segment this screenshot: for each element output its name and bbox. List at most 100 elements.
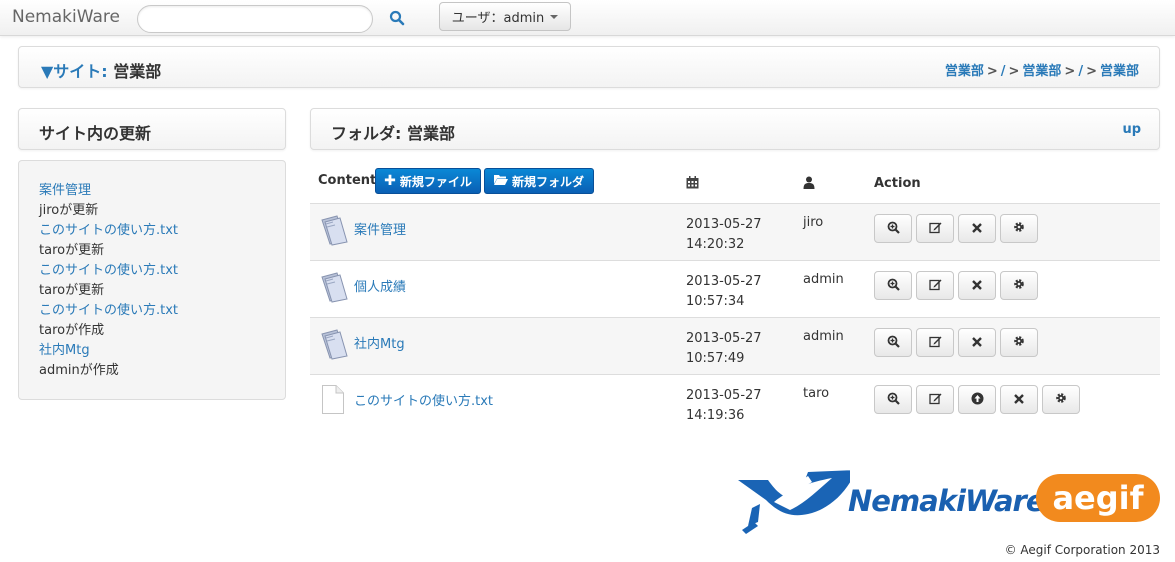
upload-icon	[971, 392, 984, 408]
modified-time: 14:20:32	[686, 237, 745, 252]
breadcrumb-separator: >	[1064, 64, 1076, 79]
table-row: 社内Mtg 2013-05-27 10:57:49 admin	[310, 317, 1160, 374]
zoom-button[interactable]	[874, 214, 912, 243]
folder-header: フォルダ: 営業部 up	[310, 108, 1160, 150]
edit-button[interactable]	[916, 385, 954, 414]
settings-button[interactable]	[1000, 214, 1038, 243]
update-item-link[interactable]: このサイトの使い方.txt	[39, 303, 178, 318]
modified-date: 2013-05-27	[686, 217, 762, 232]
modified-time: 10:57:49	[686, 351, 745, 366]
zoom-button[interactable]	[874, 271, 912, 300]
breadcrumb-item[interactable]: 営業部	[945, 64, 984, 79]
breadcrumb-separator: >	[1008, 64, 1020, 79]
settings-button[interactable]	[1042, 385, 1080, 414]
settings-icon	[1013, 221, 1025, 236]
sidebar-title: サイト内の更新	[39, 124, 152, 143]
breadcrumb-item[interactable]: /	[1078, 64, 1083, 79]
delete-icon	[1014, 393, 1024, 407]
calendar-icon	[686, 176, 699, 193]
update-item-text: jiroが更新	[39, 203, 99, 218]
file-name-link[interactable]: 社内Mtg	[354, 333, 405, 352]
new-folder-label: 新規フォルダ	[511, 174, 584, 189]
top-navbar: NemakiWare ユーザ：admin	[0, 0, 1175, 36]
row-actions	[874, 385, 1080, 414]
new-folder-button[interactable]: 新規フォルダ	[484, 168, 594, 194]
plus-icon: ✚	[384, 173, 396, 189]
breadcrumb: 営業部 > / > 営業部 > / > 営業部	[945, 60, 1139, 79]
brand-logo[interactable]: NemakiWare	[12, 7, 120, 27]
upload-button[interactable]	[958, 385, 996, 414]
settings-button[interactable]	[1000, 328, 1038, 357]
file-name-link[interactable]: 個人成績	[354, 276, 406, 295]
search-input[interactable]	[137, 5, 373, 33]
new-file-button[interactable]: ✚ 新規ファイル	[375, 168, 481, 194]
update-item-link[interactable]: 案件管理	[39, 183, 91, 198]
update-list: 案件管理 jiroが更新 このサイトの使い方.txt taroが更新 このサイト…	[18, 160, 286, 400]
user-dropdown-label: ユーザ：admin	[451, 11, 545, 26]
edit-button[interactable]	[916, 328, 954, 357]
update-item-text: taroが作成	[39, 323, 105, 338]
file-icon	[322, 385, 344, 418]
folder-document-icon	[319, 214, 349, 250]
file-name-link[interactable]: このサイトの使い方.txt	[354, 390, 493, 409]
zoom-icon	[887, 278, 900, 294]
site-name: 営業部	[113, 62, 162, 81]
modified-date: 2013-05-27	[686, 274, 762, 289]
edit-button[interactable]	[916, 214, 954, 243]
action-column-header: Action	[874, 176, 921, 191]
delete-button[interactable]	[958, 328, 996, 357]
update-item-link[interactable]: このサイトの使い方.txt	[39, 223, 178, 238]
modified-user: jiro	[803, 215, 824, 230]
modified-datetime: 2013-05-27 10:57:49	[686, 329, 762, 369]
breadcrumb-item[interactable]: /	[1001, 64, 1006, 79]
breadcrumb-item[interactable]: 営業部	[1022, 64, 1061, 79]
user-icon	[803, 176, 815, 193]
breadcrumb-separator: >	[986, 64, 998, 79]
settings-button[interactable]	[1000, 271, 1038, 300]
edit-icon	[928, 278, 942, 294]
site-title: ▼サイト: 営業部	[41, 58, 161, 82]
nemakiware-logo-text: NemakiWare	[848, 484, 1046, 518]
modified-user: admin	[803, 272, 844, 287]
nemakiware-logo-icon	[738, 464, 856, 540]
table-row: 案件管理 2013-05-27 14:20:32 jiro	[310, 203, 1160, 260]
modified-date: 2013-05-27	[686, 388, 762, 403]
zoom-icon	[887, 335, 900, 351]
modified-time: 14:19:36	[686, 408, 745, 423]
table-row: このサイトの使い方.txt 2013-05-27 14:19:36 taro	[310, 374, 1160, 431]
settings-icon	[1013, 278, 1025, 293]
delete-button[interactable]	[958, 271, 996, 300]
breadcrumb-separator: >	[1086, 64, 1097, 79]
content-column-header: Content	[318, 173, 377, 188]
delete-button[interactable]	[1000, 385, 1038, 414]
new-file-label: 新規ファイル	[399, 174, 472, 189]
modified-user: taro	[803, 386, 830, 401]
zoom-button[interactable]	[874, 385, 912, 414]
edit-icon	[928, 392, 942, 408]
up-link[interactable]: up	[1122, 122, 1141, 137]
folder-document-icon	[319, 328, 349, 364]
zoom-icon	[887, 392, 900, 408]
chevron-down-icon	[550, 14, 559, 19]
delete-icon	[972, 279, 982, 293]
row-actions	[874, 214, 1038, 243]
update-item-link[interactable]: 社内Mtg	[39, 343, 90, 358]
breadcrumb-item[interactable]: 営業部	[1100, 64, 1139, 79]
search-icon[interactable]	[389, 10, 407, 28]
modified-datetime: 2013-05-27 10:57:34	[686, 272, 762, 312]
aegif-logo: aegif	[1036, 474, 1160, 522]
zoom-button[interactable]	[874, 328, 912, 357]
delete-icon	[972, 222, 982, 236]
update-item-link[interactable]: このサイトの使い方.txt	[39, 263, 178, 278]
site-toggle[interactable]: ▼サイト:	[41, 62, 108, 81]
user-dropdown[interactable]: ユーザ：admin	[439, 2, 571, 31]
edit-button[interactable]	[916, 271, 954, 300]
file-name-link[interactable]: 案件管理	[354, 219, 406, 238]
settings-icon	[1013, 335, 1025, 350]
row-actions	[874, 271, 1038, 300]
delete-button[interactable]	[958, 214, 996, 243]
delete-icon	[972, 336, 982, 350]
table-header: Content ✚ 新規ファイル 新規フォルダ Action	[310, 165, 1160, 203]
sidebar-header: サイト内の更新	[18, 108, 286, 150]
folder-document-icon	[319, 271, 349, 307]
